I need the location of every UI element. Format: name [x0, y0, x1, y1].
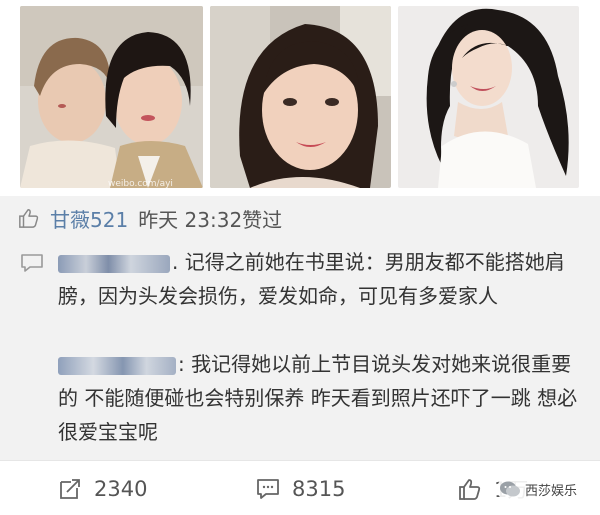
thumbs-up-icon: [459, 478, 481, 500]
liked-by-row: 甘薇521 昨天 23:32赞过: [0, 196, 600, 240]
photo-portrait[interactable]: [398, 6, 579, 188]
brand-name: 西莎娱乐: [525, 483, 578, 499]
photo-two-women[interactable]: [20, 6, 203, 188]
blurred-username: [58, 254, 170, 273]
comment-count: 8315: [292, 476, 346, 501]
blurred-username: [58, 356, 176, 375]
thumbs-up-icon: [19, 209, 39, 228]
comment-item[interactable]: . 记得之前她在书里说：男朋友都不能搭她肩膀，因为头发会损伤，爱发如命，可见有多…: [20, 245, 590, 313]
comments-section: . 记得之前她在书里说：男朋友都不能搭她肩膀，因为头发会损伤，爱发如命，可见有多…: [0, 240, 600, 460]
comment-button[interactable]: 8315: [256, 461, 345, 515]
photo-watermark: weibo.com/ayi: [108, 179, 173, 189]
like-timestamp: 昨天 23:32赞过: [138, 207, 283, 232]
repost-count: 2340: [94, 476, 148, 501]
comment-text: : 我记得她以前上节目说头发对她来说很重要的 不能随便碰也会特别保养 昨天看到照…: [58, 352, 578, 444]
comment-text: . 记得之前她在书里说：男朋友都不能搭她肩膀，因为头发会损伤，爱发如命，可见有多…: [58, 250, 565, 308]
comment-icon: [257, 478, 279, 499]
photo-strip: weibo.com/ayi: [0, 0, 600, 195]
repost-button[interactable]: 2340: [58, 461, 147, 515]
comment-item[interactable]: : 我记得她以前上节目说头发对她来说很重要的 不能随便碰也会特别保养 昨天看到照…: [20, 347, 590, 449]
brand-watermark: 西莎娱乐: [497, 476, 584, 502]
wechat-logo-icon: [500, 481, 520, 497]
comment-bubble-icon: [21, 254, 43, 272]
photo-selfie[interactable]: [210, 6, 391, 188]
liker-username[interactable]: 甘薇521: [50, 204, 128, 233]
repost-icon: [60, 478, 80, 499]
